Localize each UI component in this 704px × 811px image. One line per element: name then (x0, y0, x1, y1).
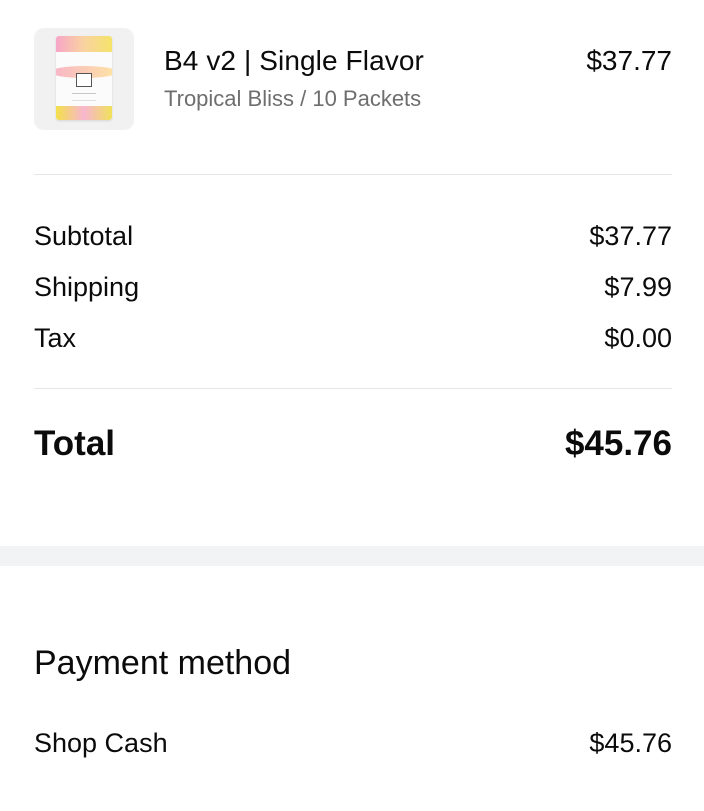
pouch-top-stripe (56, 36, 112, 52)
pouch-bottom-stripe (56, 106, 112, 120)
divider (34, 174, 672, 175)
product-thumbnail (34, 28, 134, 130)
tax-value: $0.00 (604, 323, 672, 353)
section-separator-band (0, 546, 704, 566)
pouch-label-box (76, 73, 92, 87)
total-value: $45.76 (564, 424, 672, 463)
divider (34, 388, 672, 389)
tax-row: Tax $0.00 (34, 323, 672, 357)
subtotal-value: $37.77 (589, 221, 672, 251)
product-name: B4 v2 | Single Flavor (164, 45, 424, 76)
payment-method-title: Payment method (34, 644, 292, 682)
product-price: $37.77 (586, 45, 672, 76)
shipping-label: Shipping (34, 272, 140, 302)
payment-method-label: Shop Cash (34, 728, 168, 758)
product-pouch-image (56, 36, 112, 120)
shipping-value: $7.99 (604, 272, 672, 302)
payment-method-row: Shop Cash $45.76 (34, 728, 672, 764)
product-variant: Tropical Bliss / 10 Packets (164, 86, 422, 111)
total-row: Total $45.76 (34, 424, 672, 468)
subtotal-label: Subtotal (34, 221, 134, 251)
total-label: Total (34, 424, 116, 463)
shipping-row: Shipping $7.99 (34, 272, 672, 306)
payment-method-amount: $45.76 (589, 728, 672, 758)
tax-label: Tax (34, 323, 77, 353)
pouch-text-lines (72, 93, 96, 101)
product-line-item[interactable]: B4 v2 | Single Flavor Tropical Bliss / 1… (34, 28, 672, 132)
subtotal-row: Subtotal $37.77 (34, 221, 672, 255)
